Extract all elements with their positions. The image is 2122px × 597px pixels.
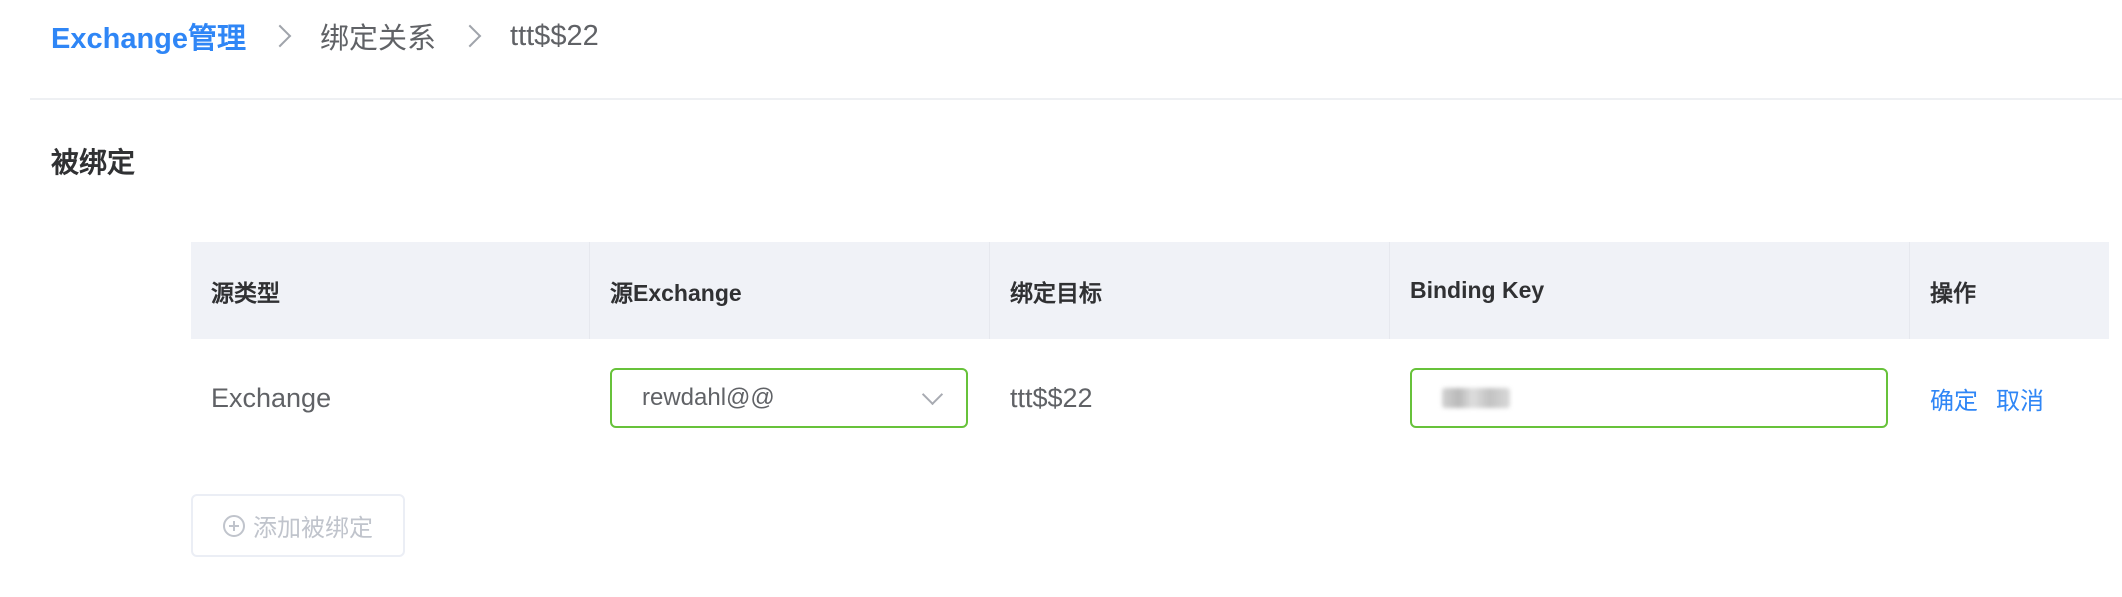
column-header-source-exchange: 源Exchange	[590, 242, 990, 339]
header-divider	[30, 98, 2122, 100]
cell-actions: 确定 取消	[1910, 339, 2109, 457]
chevron-right-icon	[268, 24, 292, 48]
column-header-actions: 操作	[1930, 279, 1976, 306]
page: Exchange管理 绑定关系 ttt$$22 被绑定 源类型 源Exchang…	[0, 0, 2122, 597]
cancel-button[interactable]: 取消	[1996, 381, 2044, 416]
breadcrumb: Exchange管理 绑定关系 ttt$$22	[51, 14, 599, 58]
cell-source-type: Exchange	[191, 339, 590, 457]
bindings-table: 源类型 源Exchange 绑定目标 Binding Key 操作 Exchan…	[191, 242, 2109, 457]
cell-binding-key	[1390, 339, 1910, 457]
chevron-right-icon	[458, 24, 482, 48]
chevron-down-icon	[921, 383, 944, 405]
source-type-value: Exchange	[211, 382, 332, 413]
plus-circle-icon	[223, 514, 245, 537]
cell-source-exchange: rewdahl@@	[590, 339, 990, 457]
column-header-binding-target: 绑定目标	[990, 242, 1390, 339]
confirm-button[interactable]: 确定	[1930, 381, 1978, 416]
column-header-binding-key: Binding Key	[1390, 242, 1910, 339]
table-header: 源类型 源Exchange 绑定目标 Binding Key 操作	[191, 242, 2109, 339]
breadcrumb-binding-relations[interactable]: 绑定关系	[320, 15, 436, 57]
binding-target-value: ttt$$22	[1010, 382, 1093, 413]
source-exchange-select[interactable]: rewdahl@@	[610, 368, 968, 428]
add-binding-button[interactable]: 添加被绑定	[191, 494, 405, 557]
binding-key-redacted-value	[1442, 388, 1510, 408]
cell-binding-target: ttt$$22	[990, 339, 1390, 457]
binding-key-input[interactable]	[1410, 368, 1888, 428]
add-binding-label: 添加被绑定	[253, 515, 373, 542]
table-row: Exchange rewdahl@@ ttt$$22 确定 取消	[191, 339, 2109, 457]
source-exchange-selected-value: rewdahl@@	[642, 384, 775, 411]
column-header-source-type: 源类型	[191, 242, 590, 339]
section-title: 被绑定	[51, 147, 136, 178]
breadcrumb-current-exchange: ttt$$22	[510, 19, 599, 52]
breadcrumb-exchange-management[interactable]: Exchange管理	[51, 15, 246, 57]
